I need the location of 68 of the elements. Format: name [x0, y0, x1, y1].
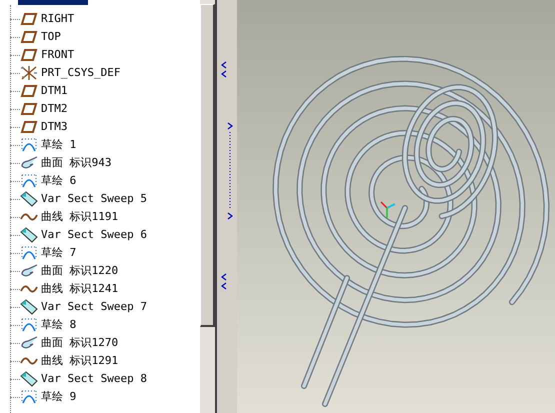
tree-item[interactable]: 草绘 6: [20, 172, 76, 190]
tree-item[interactable]: 曲面 标识1270: [20, 334, 118, 352]
surface-icon: [20, 336, 38, 350]
tree-item-label: 曲面 标识1220: [41, 262, 118, 279]
tree-item-label: DTM2: [41, 100, 68, 117]
tree-item-label: 草绘 7: [41, 244, 76, 261]
tree-item[interactable]: FRONT: [20, 46, 74, 64]
tree-item[interactable]: Var Sect Sweep 6: [20, 226, 147, 244]
tree-item-label: 曲面 标识1270: [41, 334, 118, 351]
sketch-arc-icon: [20, 138, 38, 152]
tree-item-label: 草绘 9: [41, 388, 76, 405]
surface-icon: [20, 156, 38, 170]
datum-plane-icon: [20, 12, 38, 26]
tree-item[interactable]: Var Sect Sweep 5: [20, 190, 147, 208]
vertical-scrollbar[interactable]: [200, 0, 215, 413]
tree-item-label: DTM3: [41, 118, 68, 135]
tree-item[interactable]: DTM1: [20, 82, 68, 100]
sweep-feature-icon: [20, 191, 38, 207]
tree-item[interactable]: 草绘 8: [20, 316, 76, 334]
datum-plane-icon: [20, 48, 38, 62]
tree-item[interactable]: TOP: [20, 28, 61, 46]
tree-item-label: 曲线 标识1191: [41, 208, 118, 225]
tree-item[interactable]: Var Sect Sweep 7: [20, 298, 147, 316]
tree-item-label: 草绘 8: [41, 316, 76, 333]
tree-item-label: Var Sect Sweep 6: [41, 226, 147, 243]
scrollbar-thumb[interactable]: [200, 4, 215, 327]
sketch-arc-icon: [20, 318, 38, 332]
tree-item[interactable]: DTM2: [20, 100, 68, 118]
collapse-arrows-icon[interactable]: [221, 272, 227, 292]
collapse-arrows-icon[interactable]: [221, 60, 227, 80]
tree-item-label: PRT_CSYS_DEF: [41, 64, 120, 81]
tree-item[interactable]: 曲面 标识1220: [20, 262, 118, 280]
tree-item[interactable]: RIGHT: [20, 10, 74, 28]
tree-item-label: TOP: [41, 28, 61, 45]
tree-item[interactable]: PRT_CSYS_DEF: [20, 64, 120, 82]
tree-item[interactable]: 曲线 标识1191: [20, 208, 118, 226]
tree-item-label: Var Sect Sweep 5: [41, 190, 147, 207]
tree-item[interactable]: 草绘 7: [20, 244, 76, 262]
tree-item[interactable]: 草绘 1: [20, 136, 76, 154]
datum-plane-icon: [20, 102, 38, 116]
tree-item-label: 曲面 标识943: [41, 154, 112, 171]
tree-item[interactable]: DTM3: [20, 118, 68, 136]
sweep-feature-icon: [20, 371, 38, 387]
tree-item-label: FRONT: [41, 46, 74, 63]
sketch-arc-icon: [20, 246, 38, 260]
tree-item-label: 曲线 标识1241: [41, 280, 118, 297]
tree-item[interactable]: Var Sect Sweep 8: [20, 370, 147, 388]
tree-item-label: 曲线 标识1291: [41, 352, 118, 369]
sketch-arc-icon: [20, 174, 38, 188]
coordinate-system-icon: [20, 65, 38, 81]
datum-plane-icon: [20, 84, 38, 98]
tree-item[interactable]: 曲线 标识1241: [20, 280, 118, 298]
tree-item-label: Var Sect Sweep 7: [41, 298, 147, 315]
tree-item-label: 草绘 6: [41, 172, 76, 189]
tree-item-label: RIGHT: [41, 10, 74, 27]
sweep-feature-icon: [20, 227, 38, 243]
sweep-feature-icon: [20, 299, 38, 315]
tree-item-label: DTM1: [41, 82, 68, 99]
tree-item[interactable]: 曲面 标识943: [20, 154, 112, 172]
datum-plane-icon: [20, 30, 38, 44]
tree-item-label: 草绘 1: [41, 136, 76, 153]
tree-item[interactable]: 草绘 9: [20, 388, 76, 406]
datum-plane-icon: [20, 120, 38, 134]
surface-icon: [20, 264, 38, 278]
tree-item-label: Var Sect Sweep 8: [41, 370, 147, 387]
tree-item[interactable]: 曲线 标识1291: [20, 352, 118, 370]
sketch-arc-icon: [20, 390, 38, 404]
expand-arrows-icon[interactable]: [227, 122, 233, 222]
